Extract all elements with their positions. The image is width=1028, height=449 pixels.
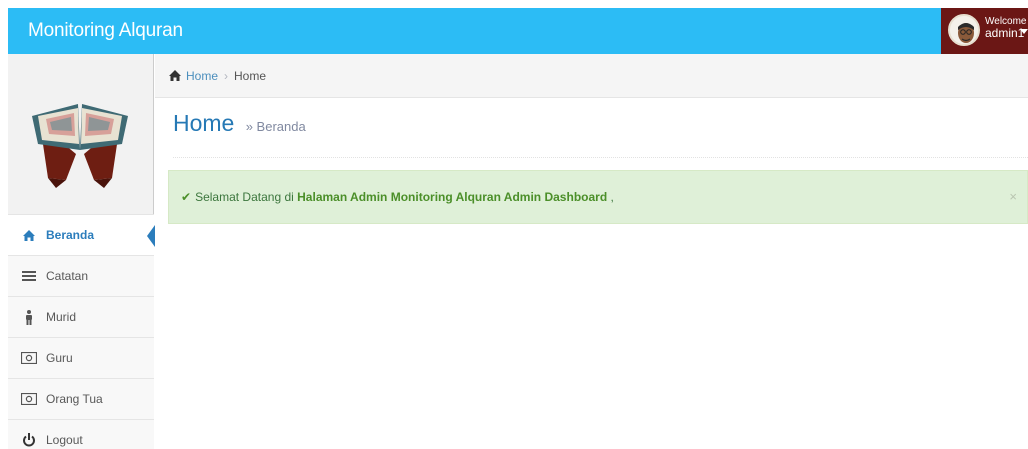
close-icon[interactable]: ×	[1009, 189, 1017, 204]
sidebar-item-logout[interactable]: Logout	[8, 419, 154, 449]
welcome-alert: ✔ Selamat Datang di Halaman Admin Monito…	[168, 170, 1028, 224]
list-icon	[20, 268, 38, 284]
sidebar-item-label: Logout	[46, 433, 83, 447]
sidebar-item-label: Murid	[46, 310, 77, 324]
caret-down-icon[interactable]	[1020, 29, 1028, 34]
home-icon	[20, 227, 38, 243]
sidebar-nav: Beranda Catatan Murid Guru Orang Tua Log…	[8, 214, 155, 449]
sidebar-item-label: Beranda	[46, 228, 95, 242]
page-subtitle: » Beranda	[245, 119, 306, 134]
money-icon	[20, 350, 38, 366]
sidebar-item-orang-tua[interactable]: Orang Tua	[8, 378, 154, 419]
breadcrumb-home-link[interactable]: Home	[186, 69, 218, 83]
sidebar-item-beranda[interactable]: Beranda	[8, 214, 155, 255]
alert-message: Selamat Datang di Halaman Admin Monitori…	[195, 190, 614, 204]
sidebar: Beranda Catatan Murid Guru Orang Tua Log…	[8, 54, 155, 449]
quran-stand-logo-icon	[32, 104, 128, 188]
alert-prefix: Selamat Datang di	[195, 190, 294, 204]
sidebar-item-label: Guru	[46, 351, 73, 365]
money-icon	[20, 391, 38, 407]
top-navbar: Monitoring Alquran Welcome admin1	[8, 8, 1028, 54]
breadcrumb-current: Home	[234, 68, 267, 83]
quran-logo	[8, 54, 153, 214]
male-icon	[20, 309, 38, 325]
app-root: Monitoring Alquran Welcome admin1 Berand…	[8, 8, 1028, 449]
brand-title[interactable]: Monitoring Alquran	[28, 20, 183, 42]
breadcrumb-separator: ›	[224, 68, 229, 83]
sidebar-item-label: Catatan	[46, 269, 89, 283]
page-title: Home	[173, 110, 235, 136]
alert-suffix: ,	[610, 190, 614, 204]
check-icon: ✔	[181, 190, 192, 204]
avatar	[948, 14, 980, 46]
sidebar-item-guru[interactable]: Guru	[8, 337, 154, 378]
user-menu[interactable]: Welcome admin1	[941, 8, 1028, 54]
alert-strong-text: Halaman Admin Monitoring Alquran Admin D…	[297, 190, 608, 204]
sidebar-item-catatan[interactable]: Catatan	[8, 255, 154, 296]
breadcrumb: Home › Home	[155, 54, 1028, 98]
home-icon[interactable]	[168, 69, 182, 83]
power-icon	[20, 432, 38, 448]
page-header: Home » Beranda	[173, 108, 1028, 158]
sidebar-item-label: Orang Tua	[46, 392, 103, 406]
sidebar-item-murid[interactable]: Murid	[8, 296, 154, 337]
user-avatar-icon	[950, 16, 978, 44]
